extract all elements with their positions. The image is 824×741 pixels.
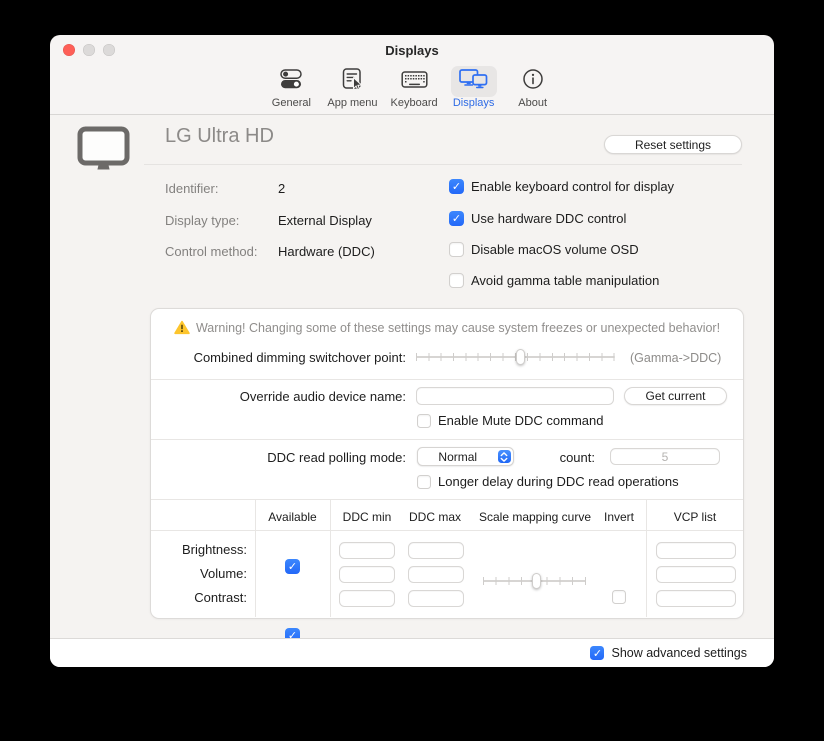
col-header-ddc-max: DDC max (401, 510, 469, 524)
minimize-button[interactable] (83, 44, 95, 56)
dimming-suffix: (Gamma->DDC) (630, 351, 721, 365)
checkbox-label: Enable Mute DDC command (438, 413, 603, 428)
contrast-ddc-max-field[interactable] (408, 590, 464, 607)
display-name: LG Ultra HD (165, 125, 274, 148)
disable-osd-checkbox[interactable] (449, 242, 464, 257)
brightness-ddc-max-field[interactable] (408, 542, 464, 559)
popup-value: Normal (418, 450, 498, 464)
tab-general[interactable]: General (268, 66, 314, 109)
column-divider (330, 499, 331, 617)
info-icon (522, 68, 544, 95)
hardware-ddc-checkbox[interactable] (449, 211, 464, 226)
titlebar: Displays (50, 35, 774, 65)
checkbox-label: Enable keyboard control for display (471, 179, 674, 194)
brightness-invert-checkbox[interactable] (612, 590, 626, 604)
volume-ddc-min-field[interactable] (339, 566, 395, 583)
displays-icon (458, 67, 489, 96)
checkbox-label: Longer delay during DDC read operations (438, 474, 679, 489)
column-divider (646, 499, 647, 617)
brightness-available-checkbox[interactable] (285, 559, 300, 574)
traffic-lights (63, 44, 115, 56)
col-header-scale-curve: Scale mapping curve (469, 510, 601, 524)
warning-text: Warning! Changing some of these settings… (196, 321, 720, 335)
tab-about[interactable]: About (510, 66, 556, 109)
dimming-label: Combined dimming switchover point: (151, 350, 406, 365)
keyboard-icon (401, 69, 428, 94)
info-label: Control method: (165, 244, 258, 259)
volume-ddc-max-field[interactable] (408, 566, 464, 583)
tab-keyboard[interactable]: Keyboard (391, 66, 438, 109)
avoid-gamma-checkbox[interactable] (449, 273, 464, 288)
section-divider (151, 439, 743, 440)
tab-label: General (272, 97, 311, 109)
longer-delay-checkbox[interactable] (417, 475, 431, 489)
switches-icon (278, 68, 304, 95)
checkbox-label: Disable macOS volume OSD (471, 242, 639, 257)
col-header-ddc-min: DDC min (332, 510, 402, 524)
window-title: Displays (50, 35, 774, 67)
volume-vcp-field[interactable] (656, 566, 736, 583)
info-value: 2 (278, 181, 285, 196)
dimming-slider[interactable] (416, 349, 615, 365)
close-button[interactable] (63, 44, 75, 56)
header-divider (144, 164, 742, 165)
brightness-scale-slider[interactable] (483, 573, 586, 589)
count-label: count: (495, 450, 595, 465)
info-value: Hardware (DDC) (278, 244, 375, 259)
tab-label: Keyboard (391, 97, 438, 109)
window: Displays General (50, 35, 774, 667)
tab-displays[interactable]: Displays (451, 66, 497, 109)
toolbar: General App menu (50, 65, 774, 114)
section-divider (151, 499, 743, 500)
col-header-available: Available (255, 510, 330, 524)
brightness-ddc-min-field[interactable] (339, 542, 395, 559)
zoom-button[interactable] (103, 44, 115, 56)
content: LG Ultra HD Reset settings Identifier: 2… (50, 115, 774, 638)
warning-icon (174, 320, 190, 335)
footer: Show advanced settings (50, 638, 774, 667)
tab-label: About (518, 97, 547, 109)
get-current-button[interactable]: Get current (624, 387, 727, 405)
show-advanced-checkbox[interactable] (590, 646, 604, 660)
info-value: External Display (278, 213, 372, 228)
brightness-vcp-field[interactable] (656, 542, 736, 559)
col-header-vcp-list: VCP list (648, 510, 742, 524)
tab-label: App menu (327, 97, 377, 109)
tab-app-menu[interactable]: App menu (327, 66, 377, 109)
mute-ddc-checkbox[interactable] (417, 414, 431, 428)
audio-name-input[interactable] (416, 387, 614, 405)
checkbox-label: Use hardware DDC control (471, 211, 626, 226)
info-label: Identifier: (165, 181, 218, 196)
monitor-icon (77, 126, 130, 179)
contrast-ddc-min-field[interactable] (339, 590, 395, 607)
polling-mode-label: DDC read polling mode: (151, 450, 406, 465)
contrast-vcp-field[interactable] (656, 590, 736, 607)
col-header-invert: Invert (595, 510, 643, 524)
row-label-volume: Volume: (151, 566, 247, 581)
table-header-divider (151, 530, 743, 531)
slider-knob[interactable] (516, 349, 525, 365)
row-label-brightness: Brightness: (151, 542, 247, 557)
menu-document-icon (340, 67, 364, 96)
keyboard-control-checkbox[interactable] (449, 179, 464, 194)
info-label: Display type: (165, 213, 239, 228)
section-divider (151, 379, 743, 380)
show-advanced-label: Show advanced settings (611, 646, 747, 660)
tab-label: Displays (453, 97, 495, 109)
slider-knob[interactable] (532, 573, 541, 589)
count-field[interactable]: 5 (610, 448, 720, 465)
checkbox-label: Avoid gamma table manipulation (471, 273, 659, 288)
advanced-settings-panel: Warning! Changing some of these settings… (150, 308, 744, 619)
reset-settings-button[interactable]: Reset settings (604, 135, 742, 154)
audio-override-label: Override audio device name: (151, 389, 406, 404)
row-label-contrast: Contrast: (151, 590, 247, 605)
